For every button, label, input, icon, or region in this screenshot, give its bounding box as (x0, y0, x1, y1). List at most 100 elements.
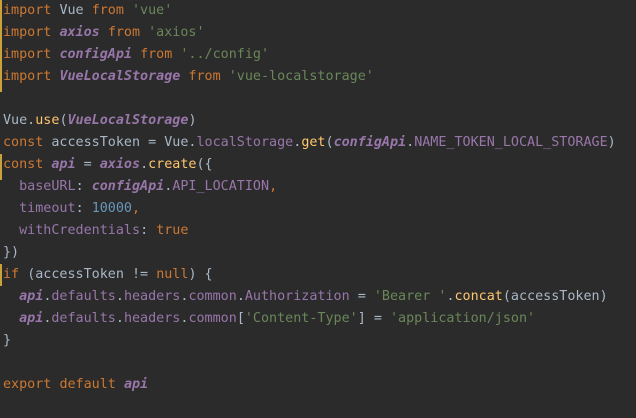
code-token: 'vue' (132, 3, 173, 18)
code-token: . (115, 289, 124, 304)
code-token: : (140, 223, 157, 238)
code-token: import (3, 25, 60, 40)
code-line[interactable]: import configApi from '../config' (3, 44, 269, 66)
code-line[interactable]: withCredentials: true (3, 220, 188, 242)
code-token: common (188, 289, 237, 304)
code-line[interactable]: timeout: 10000, (3, 198, 140, 220)
code-token: Vue. (3, 113, 36, 128)
code-token: const (3, 135, 52, 150)
code-token: defaults (51, 311, 116, 326)
code-token: ) { (188, 267, 213, 282)
code-token: export (3, 377, 60, 392)
modified-lines-marker (0, 0, 2, 92)
code-token: configApi (59, 47, 141, 62)
code-line[interactable]: import axios from 'axios' (3, 22, 205, 44)
code-token: Vue (59, 3, 92, 18)
code-token: axios (99, 157, 141, 172)
code-token: NAME_TOKEN_LOCAL_STORAGE (414, 135, 608, 150)
code-line[interactable]: } (3, 330, 11, 352)
code-token: 'Content-Type' (244, 311, 358, 326)
code-token: api (123, 377, 149, 392)
code-line[interactable]: import VueLocalStorage from 'vue-localst… (3, 66, 374, 88)
code-token: accessToken = Vue. (51, 135, 197, 150)
code-token: (accessToken != (27, 267, 157, 282)
code-line[interactable]: }) (3, 242, 19, 264)
code-token: ) (188, 113, 197, 128)
code-token: null (156, 267, 189, 282)
code-token: 'application/json' (390, 311, 536, 326)
code-token: 10000 (91, 201, 132, 216)
code-token: . (446, 289, 455, 304)
code-token: . (236, 289, 245, 304)
code-token: Authorization (244, 289, 350, 304)
code-token: localStorage (196, 135, 294, 150)
code-token: from (188, 69, 229, 84)
code-token: . (140, 157, 149, 172)
code-token: configApi (333, 135, 407, 150)
code-token: ] = (357, 311, 390, 326)
code-token: 'axios' (148, 25, 205, 40)
code-token: ( (59, 113, 68, 128)
code-token: = (349, 289, 374, 304)
code-token: timeout (3, 201, 76, 216)
code-line[interactable]: export default api (3, 374, 148, 396)
code-token: '../config' (180, 47, 270, 62)
code-token: baseURL (3, 179, 76, 194)
code-token: import (3, 3, 60, 18)
code-line[interactable] (3, 88, 11, 110)
code-token: common (188, 311, 237, 326)
code-editor[interactable]: import Vue from 'vue' import axios from '… (0, 0, 636, 418)
code-token: 'Bearer ' (373, 289, 447, 304)
code-token: const (3, 157, 52, 172)
code-token: : (75, 179, 92, 194)
code-token: api (19, 311, 44, 326)
code-token: withCredentials (3, 223, 141, 238)
code-line[interactable]: if (accessToken != null) { (3, 264, 213, 286)
code-line[interactable]: const accessToken = Vue.localStorage. get… (3, 132, 616, 154)
code-token: if (3, 267, 28, 282)
code-token: true (156, 223, 189, 238)
code-token: = (75, 157, 100, 172)
code-line[interactable]: baseURL: configApi.API_LOCATION, (3, 176, 277, 198)
code-line[interactable]: const api = axios.create({ (3, 154, 213, 176)
code-token: headers (123, 289, 181, 304)
code-token: create (148, 157, 197, 172)
code-token: 'vue-localstorage' (228, 69, 374, 84)
code-line[interactable]: Vue.use(VueLocalStorage) (3, 110, 197, 132)
modified-lines-marker (0, 154, 2, 180)
code-token: from (107, 25, 149, 40)
code-token: headers (123, 311, 181, 326)
code-line[interactable]: import Vue from 'vue' (3, 0, 172, 22)
code-line[interactable]: api.defaults.headers.common['Content-Typ… (3, 308, 535, 330)
code-line[interactable]: api.defaults.headers.common.Authorizatio… (3, 286, 608, 308)
code-token: import (3, 69, 60, 84)
code-token: VueLocalStorage (59, 69, 189, 84)
code-token: [ (236, 311, 245, 326)
code-token: defaults (51, 289, 116, 304)
code-token: from (140, 47, 181, 62)
code-token: VueLocalStorage (67, 113, 189, 128)
code-token: API_LOCATION (172, 179, 270, 194)
code-token: get (301, 135, 326, 150)
code-token: . (406, 135, 415, 150)
code-token: } (3, 333, 12, 348)
code-token: ( (325, 135, 334, 150)
code-token: import (3, 47, 60, 62)
code-token: ) (607, 135, 616, 150)
code-token: from (91, 3, 132, 18)
code-token: ({ (196, 157, 213, 172)
code-token: (accessToken) (502, 289, 608, 304)
modified-lines-marker (0, 264, 2, 286)
code-token: , (269, 179, 278, 194)
code-token: , (132, 201, 141, 216)
code-line[interactable] (3, 352, 11, 374)
code-token: configApi (91, 179, 165, 194)
code-token: api (19, 289, 44, 304)
code-token: axios (59, 25, 108, 40)
code-token: concat (454, 289, 503, 304)
code-token: api (51, 157, 76, 172)
code-token: : (75, 201, 92, 216)
code-token: default (59, 377, 124, 392)
